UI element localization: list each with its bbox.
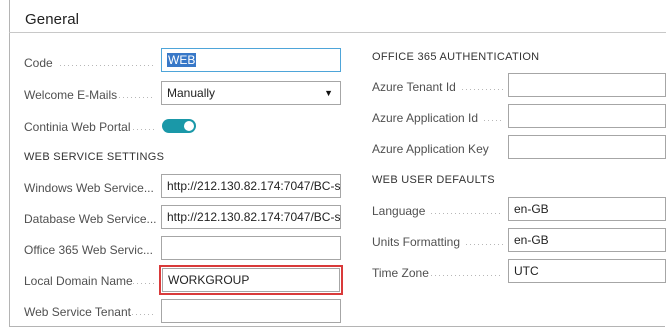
web-service-tenant-label: Web Service Tenant	[24, 305, 131, 319]
dots	[484, 120, 503, 121]
windows-web-service-field[interactable]: http://212.130.82.174:7047/BC-ser	[161, 174, 341, 198]
language-field[interactable]: en-GB	[508, 197, 666, 221]
azure-application-id-label: Azure Application Id	[372, 111, 479, 125]
database-web-service-label: Database Web Service...	[24, 212, 157, 226]
web-service-tenant-field[interactable]	[161, 299, 341, 323]
welcome-emails-label: Welcome E-Mails	[24, 88, 118, 102]
windows-web-service-label: Windows Web Service...	[24, 181, 154, 195]
code-label: Code	[24, 56, 53, 70]
welcome-emails-value: Manually	[167, 86, 216, 100]
windows-web-service-value: http://212.130.82.174:7047/BC-ser	[167, 179, 341, 193]
azure-tenant-id-field[interactable]	[508, 73, 666, 97]
web-portal-label: Continia Web Portal	[24, 120, 131, 134]
office365-web-service-field[interactable]	[161, 236, 341, 260]
language-value: en-GB	[514, 202, 549, 216]
web-user-defaults-heading: WEB USER DEFAULTS	[372, 174, 495, 186]
azure-tenant-id-label: Azure Tenant Id	[372, 80, 456, 94]
office365-web-service-label: Office 365 Web Servic...	[24, 243, 153, 257]
office365-authentication-heading: OFFICE 365 AUTHENTICATION	[372, 51, 540, 63]
dots	[133, 283, 155, 284]
welcome-emails-select[interactable]: Manually ▼	[161, 81, 341, 105]
language-label: Language	[372, 204, 426, 218]
toggle-knob	[184, 121, 194, 131]
units-formatting-value: en-GB	[514, 233, 549, 247]
units-formatting-field[interactable]: en-GB	[508, 228, 666, 252]
web-portal-toggle[interactable]	[162, 119, 196, 133]
highlight-box	[159, 265, 343, 295]
dots	[466, 244, 503, 245]
local-domain-name-label: Local Domain Name	[24, 274, 133, 288]
database-web-service-field[interactable]: http://212.130.82.174:7047/BC-ser	[161, 205, 341, 229]
code-value: WEB	[167, 53, 197, 67]
dots	[431, 213, 503, 214]
web-service-settings-heading: WEB SERVICE SETTINGS	[24, 151, 165, 163]
panel-header: General	[9, 0, 666, 33]
dots	[431, 275, 503, 276]
code-field[interactable]: WEB	[161, 48, 341, 72]
dots	[128, 314, 155, 315]
page-title: General	[25, 11, 80, 28]
dots	[133, 129, 155, 130]
azure-application-key-field[interactable]	[508, 135, 666, 159]
azure-application-id-field[interactable]	[508, 104, 666, 128]
time-zone-field[interactable]: UTC	[508, 259, 666, 283]
database-web-service-value: http://212.130.82.174:7047/BC-ser	[167, 210, 341, 224]
dots	[115, 97, 155, 98]
dropdown-arrow-icon: ▼	[324, 88, 333, 98]
azure-application-key-label: Azure Application Key	[372, 142, 489, 156]
dots	[60, 65, 155, 66]
dots	[462, 89, 503, 90]
units-formatting-label: Units Formatting	[372, 235, 461, 249]
time-zone-label: Time Zone	[372, 266, 429, 280]
time-zone-value: UTC	[514, 264, 539, 278]
